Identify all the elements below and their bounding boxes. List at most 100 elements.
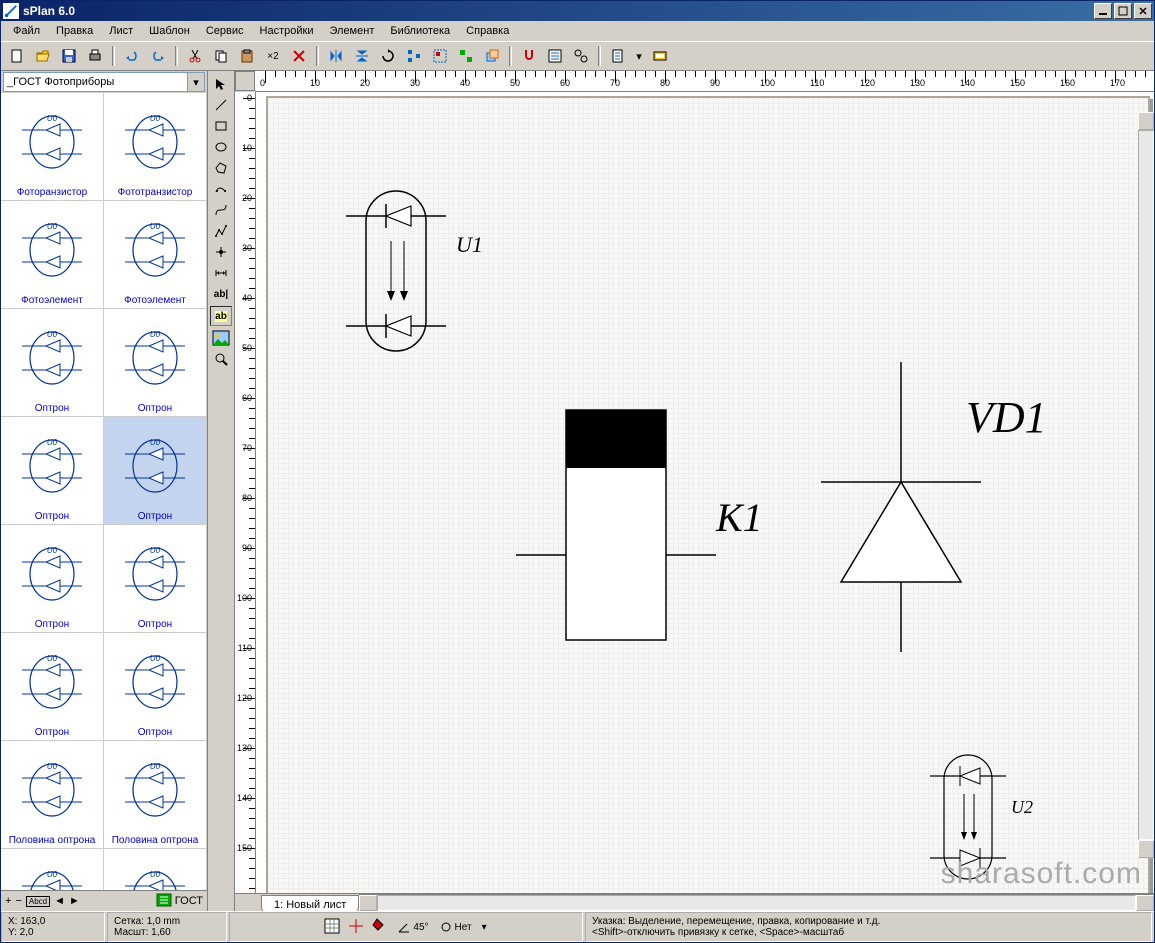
close-button[interactable] [1134, 3, 1152, 19]
dup-icon[interactable]: ×2 [261, 44, 285, 68]
paste-icon[interactable] [235, 44, 259, 68]
menu-file[interactable]: Файл [5, 23, 48, 39]
rect-icon[interactable] [211, 117, 231, 135]
textblock-icon[interactable]: ab [210, 306, 232, 326]
menu-template[interactable]: Шаблон [141, 23, 198, 39]
align-icon[interactable] [402, 44, 426, 68]
snap-icon[interactable] [517, 44, 541, 68]
menu-sheet[interactable]: Лист [101, 23, 141, 39]
lib-prev-icon[interactable]: ◄ [54, 895, 65, 907]
delete-icon[interactable] [287, 44, 311, 68]
line-icon[interactable] [211, 96, 231, 114]
library-item[interactable]: U0Фоторанзистор [1, 93, 104, 201]
menu-service[interactable]: Сервис [198, 23, 252, 39]
frame-icon[interactable] [648, 44, 672, 68]
scroll-left-icon[interactable] [359, 895, 377, 911]
library-item[interactable]: U0Оптрон [1, 416, 104, 525]
library-item[interactable]: U0Оптрон [103, 632, 207, 741]
scrollbar-vertical[interactable] [1138, 112, 1154, 858]
label-k1[interactable]: K1 [716, 494, 763, 541]
scroll-right-icon[interactable] [1136, 895, 1154, 911]
menu-edit[interactable]: Правка [48, 23, 101, 39]
status-angle-icon[interactable]: 45° [397, 920, 428, 934]
library-item[interactable]: U0 Фототранзистор [103, 93, 207, 201]
element-u1[interactable] [356, 186, 446, 356]
library-item[interactable]: U0Половина оптрона [1, 740, 104, 849]
circle-icon[interactable] [211, 138, 231, 156]
label-u1[interactable]: U1 [456, 232, 483, 258]
library-select[interactable]: _ГОСТ Фотоприборы [3, 72, 188, 92]
menu-element[interactable]: Элемент [321, 23, 382, 39]
lib-name-icon[interactable]: Abcd [26, 896, 50, 907]
mirror-h-icon[interactable] [324, 44, 348, 68]
maximize-button[interactable] [1114, 3, 1132, 19]
scroll-up-icon[interactable] [1138, 112, 1154, 130]
library-item[interactable]: U0Фотоэлемент [103, 200, 207, 309]
library-item[interactable]: U0Половина оптрона [1, 848, 104, 890]
library-item[interactable]: U0Оптрон [1, 308, 104, 417]
library-item[interactable]: U0Оптрон [103, 524, 207, 633]
chevron-down-icon[interactable]: ▾ [188, 72, 205, 92]
polyline-icon[interactable] [211, 222, 231, 240]
element-vd1[interactable] [821, 362, 981, 652]
label-u2[interactable]: U2 [1011, 797, 1033, 818]
print-icon[interactable] [83, 44, 107, 68]
library-item-label: Фотоэлемент [3, 295, 101, 306]
label-vd1[interactable]: VD1 [966, 392, 1047, 443]
menu-settings[interactable]: Настройки [252, 23, 322, 39]
mirror-v-icon[interactable] [350, 44, 374, 68]
rotate-icon[interactable] [376, 44, 400, 68]
element-u2[interactable] [936, 752, 1006, 882]
canvas[interactable]: U1 K1 VD1 [256, 92, 1154, 893]
group-icon[interactable] [428, 44, 452, 68]
node-icon[interactable] [211, 243, 231, 261]
redo-icon[interactable] [146, 44, 170, 68]
image-icon[interactable] [211, 329, 231, 347]
library-item[interactable]: U0Фотоэлемент [1, 200, 104, 309]
doc-dropdown-icon[interactable]: ▾ [632, 44, 646, 68]
scroll-down-icon[interactable] [1138, 840, 1154, 858]
list-icon[interactable] [543, 44, 567, 68]
status-grid-icon[interactable] [325, 919, 339, 936]
menubar: Файл Правка Лист Шаблон Сервис Настройки… [1, 21, 1154, 41]
lib-next-icon[interactable]: ► [69, 895, 80, 907]
doc-icon[interactable] [606, 44, 630, 68]
status-fill-icon[interactable] [373, 919, 387, 936]
lib-del-icon[interactable]: − [15, 895, 21, 907]
sheet-tab[interactable]: 1: Новый лист [261, 895, 359, 911]
special-icon[interactable] [211, 180, 231, 198]
library-item-label: Фотоэлемент [106, 295, 204, 306]
library-item[interactable]: U0Половина оптрона [103, 848, 207, 890]
library-item[interactable]: U0Половина оптрона [103, 740, 207, 849]
pointer-icon[interactable] [211, 75, 231, 93]
svg-text:U0: U0 [150, 114, 161, 123]
save-icon[interactable] [57, 44, 81, 68]
copy-icon[interactable] [209, 44, 233, 68]
scrollbar-horizontal[interactable] [359, 894, 1154, 911]
bezier-icon[interactable] [211, 201, 231, 219]
ungroup-icon[interactable] [454, 44, 478, 68]
element-k1[interactable] [516, 410, 716, 650]
text-icon[interactable]: ab| [211, 285, 231, 303]
library-item[interactable]: U0Оптрон [1, 632, 104, 741]
order-icon[interactable] [480, 44, 504, 68]
library-item[interactable]: U0Оптрон [103, 416, 207, 525]
minimize-button[interactable] [1094, 3, 1112, 19]
library-item[interactable]: U0Оптрон [1, 524, 104, 633]
status-dropdown-icon[interactable]: ▾ [482, 922, 487, 933]
library-item-label: Фототранзистор [106, 187, 204, 198]
poly-icon[interactable] [211, 159, 231, 177]
status-net-icon[interactable]: Нет [439, 920, 472, 934]
search-icon[interactable] [569, 44, 593, 68]
status-orig-icon[interactable] [349, 919, 363, 936]
lib-add-icon[interactable]: + [5, 895, 11, 907]
menu-library[interactable]: Библиотека [382, 23, 458, 39]
undo-icon[interactable] [120, 44, 144, 68]
dimension-icon[interactable] [211, 264, 231, 282]
cut-icon[interactable] [183, 44, 207, 68]
zoom-icon[interactable] [211, 350, 231, 368]
library-item[interactable]: U0Оптрон [103, 308, 207, 417]
menu-help[interactable]: Справка [458, 23, 517, 39]
new-icon[interactable] [5, 44, 29, 68]
open-icon[interactable] [31, 44, 55, 68]
